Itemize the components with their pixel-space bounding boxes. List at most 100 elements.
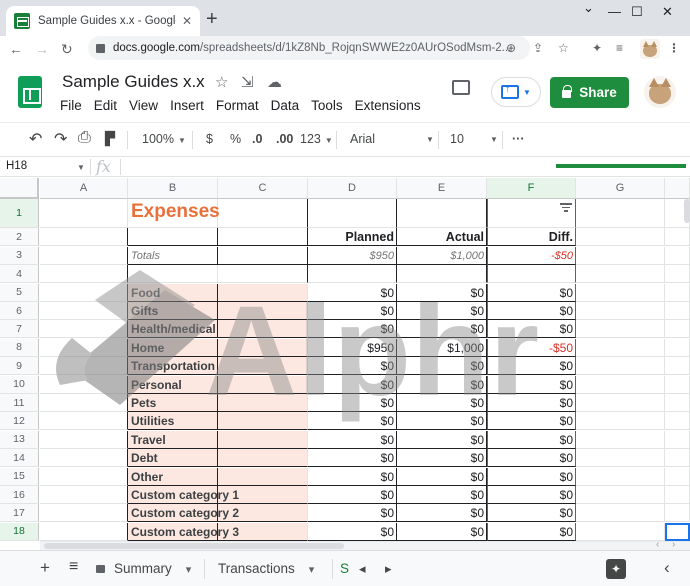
grid-cell[interactable] <box>576 375 665 394</box>
reload-button[interactable]: ↻ <box>61 40 73 58</box>
row-header-7[interactable]: 7 <box>0 320 39 339</box>
decrease-decimal-button[interactable]: .0 <box>252 132 262 146</box>
name-box[interactable]: H18 <box>6 160 27 172</box>
grid-cell[interactable] <box>218 449 308 468</box>
menu-edit[interactable]: Edit <box>88 98 123 113</box>
grid-cell[interactable] <box>665 449 690 468</box>
tab-search-icon[interactable]: ⌄ <box>583 0 594 16</box>
grid-cell[interactable] <box>40 449 128 468</box>
grid-cell[interactable] <box>40 302 128 320</box>
grid-cell[interactable] <box>576 486 665 504</box>
menu-data[interactable]: Data <box>265 98 306 113</box>
grid-cell[interactable] <box>665 394 690 412</box>
grid-cell[interactable] <box>665 522 690 541</box>
select-all-corner[interactable] <box>0 178 39 199</box>
next-sheet-icon[interactable]: ▸ <box>385 561 392 577</box>
present-button[interactable]: ▼ <box>491 77 541 107</box>
menu-view[interactable]: View <box>123 98 164 113</box>
star-icon[interactable]: ☆ <box>215 73 228 91</box>
new-tab-button[interactable]: + <box>206 9 218 29</box>
grid-cell[interactable] <box>218 320 308 339</box>
grid-cell[interactable] <box>576 302 665 320</box>
row-header-18[interactable]: 18 <box>0 522 39 541</box>
row-header-1[interactable]: 1 <box>0 199 39 228</box>
horizontal-scroll-thumb[interactable] <box>44 543 344 549</box>
grid-cell[interactable] <box>308 199 397 228</box>
grid-cell[interactable] <box>218 302 308 320</box>
column-header-d[interactable]: D <box>308 178 397 199</box>
grid-cell[interactable] <box>128 265 218 284</box>
grid-cell[interactable] <box>218 430 308 449</box>
sheets-logo-icon[interactable] <box>18 76 42 108</box>
grid-cell[interactable] <box>40 228 128 247</box>
grid-cell[interactable] <box>665 412 690 431</box>
maximize-button[interactable]: ☐ <box>631 4 643 20</box>
grid-cell[interactable] <box>665 320 690 339</box>
add-sheet-button[interactable]: + <box>40 558 50 578</box>
expenses-title[interactable]: Expenses <box>131 201 220 223</box>
menu-insert[interactable]: Insert <box>164 98 210 113</box>
cloud-status-icon[interactable]: ☁ <box>267 73 282 91</box>
grid-cell[interactable] <box>576 504 665 523</box>
move-folder-icon[interactable]: ⇲ <box>241 73 254 91</box>
row-header-16[interactable]: 16 <box>0 486 39 504</box>
grid-cell[interactable] <box>40 375 128 394</box>
grid-cell[interactable] <box>128 228 218 247</box>
grid-cell[interactable] <box>576 320 665 339</box>
column-header-e[interactable]: E <box>397 178 487 199</box>
menu-format[interactable]: Format <box>210 98 265 113</box>
all-sheets-icon[interactable]: ≡ <box>69 558 78 576</box>
browser-profile-avatar[interactable] <box>640 39 660 59</box>
grid-cell[interactable] <box>218 467 308 486</box>
grid-cell[interactable] <box>665 375 690 394</box>
horizontal-scrollbar[interactable]: ‹ › <box>40 539 690 550</box>
grid-cell[interactable] <box>576 265 665 284</box>
grid-cell[interactable] <box>665 283 690 302</box>
undo-icon[interactable]: ↶ <box>29 129 42 149</box>
column-header-b[interactable]: B <box>128 178 218 199</box>
sheet-tab-partial[interactable]: S <box>340 561 349 576</box>
row-header-5[interactable]: 5 <box>0 283 39 302</box>
grid-cell[interactable] <box>576 467 665 486</box>
grid-cell[interactable] <box>40 265 128 284</box>
grid-cell[interactable] <box>665 357 690 376</box>
grid-cell[interactable] <box>665 338 690 357</box>
comment-history-icon[interactable] <box>452 80 470 95</box>
sheet-tab-transactions[interactable]: Transactions ▾ <box>218 561 314 576</box>
grid-cell[interactable] <box>665 246 690 265</box>
grid-cell[interactable] <box>665 504 690 523</box>
minimize-button[interactable]: — <box>608 4 621 19</box>
explore-icon[interactable]: ✦ <box>606 559 626 579</box>
increase-decimal-button[interactable]: .00 <box>276 132 293 146</box>
percent-format-button[interactable]: % <box>230 132 241 146</box>
grid-cell[interactable] <box>576 283 665 302</box>
grid-cell[interactable] <box>397 265 487 284</box>
row-header-6[interactable]: 6 <box>0 302 39 320</box>
column-header-c[interactable]: C <box>218 178 308 199</box>
grid-cell[interactable] <box>218 412 308 431</box>
grid-cell[interactable] <box>665 430 690 449</box>
print-icon[interactable]: ⎙ <box>78 129 91 147</box>
side-panel-toggle-icon[interactable]: ‹ <box>664 558 670 578</box>
grid-cell[interactable] <box>576 199 665 228</box>
grid-cell[interactable] <box>40 467 128 486</box>
document-title[interactable]: Sample Guides x.x <box>62 72 205 92</box>
row-header-10[interactable]: 10 <box>0 375 39 394</box>
grid-cell[interactable] <box>576 430 665 449</box>
account-avatar[interactable] <box>644 76 676 108</box>
font-select[interactable]: Arial ▼ <box>350 132 434 146</box>
grid-cell[interactable] <box>218 228 308 247</box>
grid-cell[interactable] <box>218 265 308 284</box>
zoom-icon[interactable]: ⊕ <box>506 41 516 55</box>
grid-cell[interactable] <box>665 467 690 486</box>
grid-cell[interactable] <box>40 394 128 412</box>
grid-cell[interactable] <box>40 504 128 523</box>
menu-tools[interactable]: Tools <box>305 98 349 113</box>
grid-cell[interactable] <box>576 357 665 376</box>
menu-extensions[interactable]: Extensions <box>349 98 427 113</box>
grid-cell[interactable] <box>40 246 128 265</box>
filter-icon[interactable] <box>560 203 572 213</box>
grid-cell[interactable] <box>576 412 665 431</box>
font-size-select[interactable]: 10 ▼ <box>450 132 498 146</box>
grid-cell[interactable] <box>40 338 128 357</box>
